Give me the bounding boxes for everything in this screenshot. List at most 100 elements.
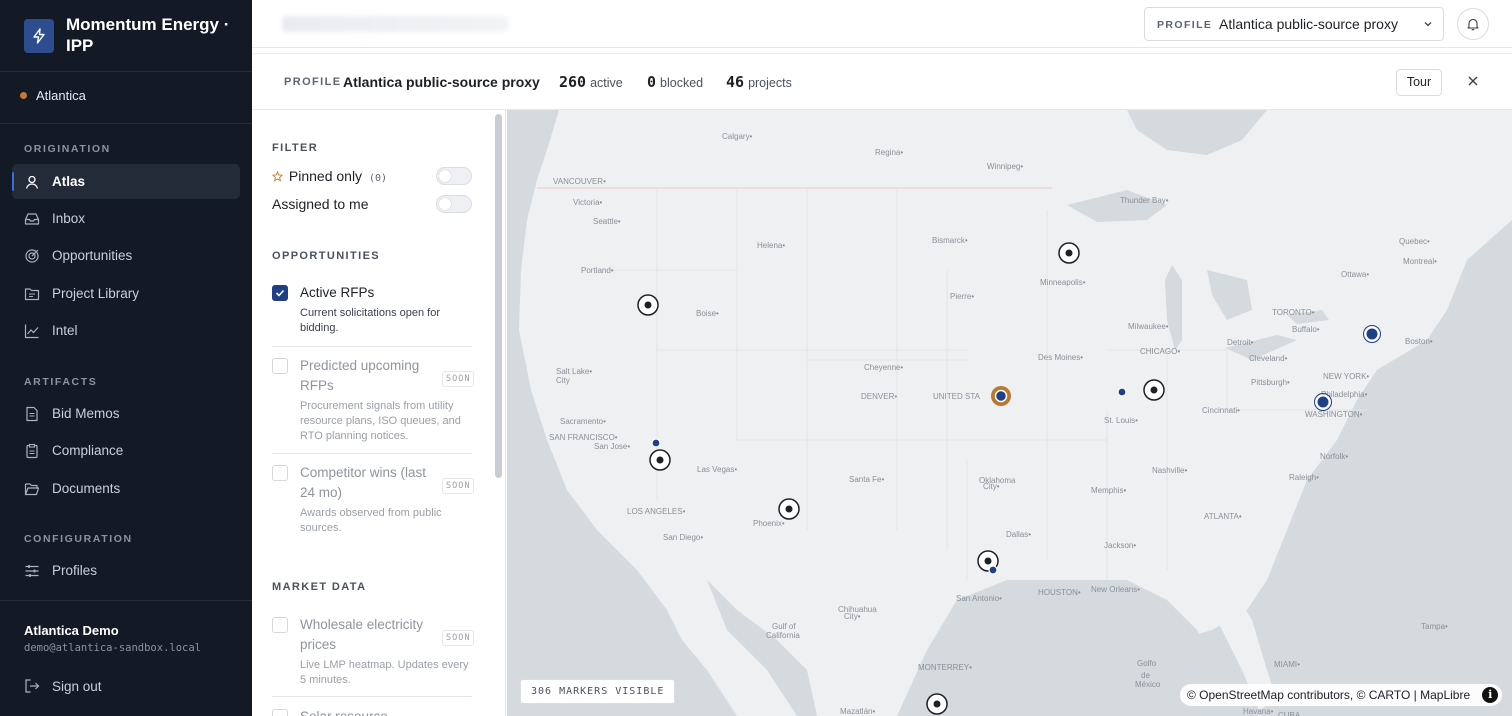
user-name: Atlantica Demo bbox=[24, 623, 119, 638]
soon-badge: SOON bbox=[442, 630, 475, 646]
checkbox[interactable] bbox=[272, 617, 288, 633]
pinned-only-toggle[interactable] bbox=[436, 167, 472, 185]
atlas-map[interactable]: Calgary• Regina• Winnipeg• VANCOUVER• Victor… bbox=[507, 110, 1512, 716]
assigned-to-me-row: Assigned to me bbox=[272, 194, 472, 214]
project-marker[interactable] bbox=[778, 498, 800, 520]
sidebar-item-label: Profiles bbox=[52, 563, 98, 578]
rfp-marker[interactable] bbox=[1117, 387, 1127, 397]
layer-description: Awards observed from public sources. bbox=[300, 507, 442, 534]
close-icon[interactable] bbox=[1466, 74, 1480, 88]
notifications-button[interactable] bbox=[1457, 8, 1489, 40]
checkbox[interactable] bbox=[272, 465, 288, 481]
checkmark-icon bbox=[275, 289, 285, 297]
checkbox[interactable] bbox=[272, 285, 288, 301]
project-marker[interactable] bbox=[649, 449, 671, 471]
sidebar-item-opportunities[interactable]: Opportunities bbox=[12, 238, 240, 273]
project-marker[interactable] bbox=[637, 294, 659, 316]
layer-wholesale-prices[interactable]: Wholesale electricity prices SOON Live L… bbox=[272, 615, 475, 695]
divider bbox=[272, 696, 472, 697]
divider bbox=[272, 453, 472, 454]
inbox-icon bbox=[24, 213, 40, 225]
pinned-count: (0) bbox=[368, 173, 388, 184]
profile-select-value: Atlantica public-source proxy bbox=[1219, 16, 1398, 32]
layer-solar-resource[interactable]: Solar resource bbox=[272, 707, 472, 716]
rfp-marker[interactable] bbox=[651, 438, 661, 448]
info-icon[interactable]: i bbox=[1482, 687, 1499, 703]
checkbox[interactable] bbox=[272, 358, 288, 374]
sidebar-item-documents[interactable]: Documents bbox=[12, 471, 240, 506]
bell-icon bbox=[1467, 18, 1479, 31]
checkbox[interactable] bbox=[272, 709, 288, 716]
document-icon bbox=[26, 406, 38, 422]
assigned-to-me-label: Assigned to me bbox=[272, 196, 369, 212]
sidebar-item-label: Documents bbox=[52, 481, 121, 496]
sign-out-label: Sign out bbox=[52, 679, 102, 694]
profile-select[interactable]: PROFILE Atlantica public-source proxy bbox=[1144, 7, 1444, 41]
layer-title: Wholesale electricity prices bbox=[300, 617, 424, 652]
soon-badge: SOON bbox=[442, 371, 475, 387]
org-switcher[interactable]: Atlantica bbox=[0, 72, 252, 124]
active-count: 260 bbox=[559, 73, 587, 91]
rfp-marker[interactable] bbox=[1314, 393, 1332, 411]
assigned-to-me-toggle[interactable] bbox=[436, 195, 472, 213]
rfp-marker[interactable] bbox=[1363, 325, 1381, 343]
filter-panel: FILTER Pinned only (0) Assigned to me OP… bbox=[252, 110, 506, 716]
sidebar-item-project-library[interactable]: Project Library bbox=[12, 276, 240, 311]
divider bbox=[272, 346, 472, 347]
brand-header: Momentum Energy · IPP bbox=[0, 0, 252, 72]
stat-projects: 46 projects bbox=[726, 73, 792, 92]
stat-blocked: 0 blocked bbox=[647, 73, 703, 92]
org-status-dot bbox=[20, 92, 27, 99]
sidebar-item-intel[interactable]: Intel bbox=[12, 313, 240, 348]
sidebar-item-profiles[interactable]: Profiles bbox=[12, 553, 240, 588]
project-marker[interactable] bbox=[926, 693, 948, 715]
layer-competitor-wins[interactable]: Competitor wins (last 24 mo) SOON Awards… bbox=[272, 463, 475, 538]
star-icon bbox=[271, 170, 284, 182]
sidebar-item-label: Project Library bbox=[52, 286, 140, 301]
marker-layer bbox=[637, 242, 1381, 715]
atlas-stats-bar: PROFILE Atlantica public-source proxy 26… bbox=[252, 53, 1512, 110]
sidebar-item-label: Atlas bbox=[52, 174, 86, 189]
sidebar-item-label: Compliance bbox=[52, 443, 124, 458]
layer-description: Current solicitations open for bidding. bbox=[300, 307, 441, 334]
layer-active-rfps[interactable]: Active RFPs Current solicitations open f… bbox=[272, 283, 472, 339]
rfp-marker[interactable] bbox=[988, 565, 998, 575]
layer-predicted-rfps[interactable]: Predicted upcoming RFPs SOON Procurement… bbox=[272, 356, 475, 446]
user-email: demo@atlantica-sandbox.local bbox=[24, 642, 202, 654]
layer-title: Competitor wins (last 24 mo) bbox=[300, 465, 427, 500]
brand-name: Momentum Energy · IPP bbox=[66, 15, 230, 55]
pinned-only-row: Pinned only (0) bbox=[271, 166, 472, 186]
layer-title: Predicted upcoming RFPs bbox=[300, 358, 420, 393]
sidebar-item-label: Inbox bbox=[52, 211, 86, 226]
panel-scrollbar[interactable] bbox=[495, 114, 502, 478]
profile-select-key: PROFILE bbox=[1157, 19, 1213, 31]
clipboard-icon bbox=[26, 443, 38, 459]
pinned-only-text: Pinned only bbox=[288, 168, 363, 184]
org-name: Atlantica bbox=[36, 88, 86, 103]
chevron-down-icon bbox=[1424, 22, 1432, 27]
active-label: active bbox=[590, 76, 623, 90]
layer-description: Live LMP heatmap. Updates every 5 minute… bbox=[300, 659, 469, 686]
tour-button[interactable]: Tour bbox=[1396, 69, 1442, 96]
markers-visible-badge: 306 MARKERS VISIBLE bbox=[520, 679, 676, 704]
layer-title: Solar resource bbox=[300, 707, 440, 716]
sidebar-item-bid-memos[interactable]: Bid Memos bbox=[12, 396, 240, 431]
section-label-artifacts: ARTIFACTS bbox=[24, 376, 98, 388]
attribution-text: © OpenStreetMap contributors, © CARTO | … bbox=[1187, 688, 1471, 702]
pinned-only-label: Pinned only (0) bbox=[271, 168, 388, 184]
sidebar-item-atlas[interactable]: Atlas bbox=[12, 164, 240, 199]
selected-marker[interactable] bbox=[991, 386, 1011, 406]
sign-out-icon bbox=[25, 679, 40, 693]
stats-profile-value: Atlantica public-source proxy bbox=[343, 74, 540, 90]
sidebar-divider bbox=[0, 600, 252, 601]
sidebar-item-label: Intel bbox=[52, 323, 78, 338]
project-marker[interactable] bbox=[1143, 379, 1165, 401]
sidebar-item-inbox[interactable]: Inbox bbox=[12, 201, 240, 236]
project-marker[interactable] bbox=[1058, 242, 1080, 264]
stat-active: 260 active bbox=[559, 73, 623, 92]
soon-badge: SOON bbox=[442, 478, 475, 494]
projects-label: projects bbox=[748, 76, 792, 90]
sidebar-item-compliance[interactable]: Compliance bbox=[12, 433, 240, 468]
blocked-label: blocked bbox=[660, 76, 704, 90]
layer-title: Active RFPs bbox=[300, 285, 375, 300]
